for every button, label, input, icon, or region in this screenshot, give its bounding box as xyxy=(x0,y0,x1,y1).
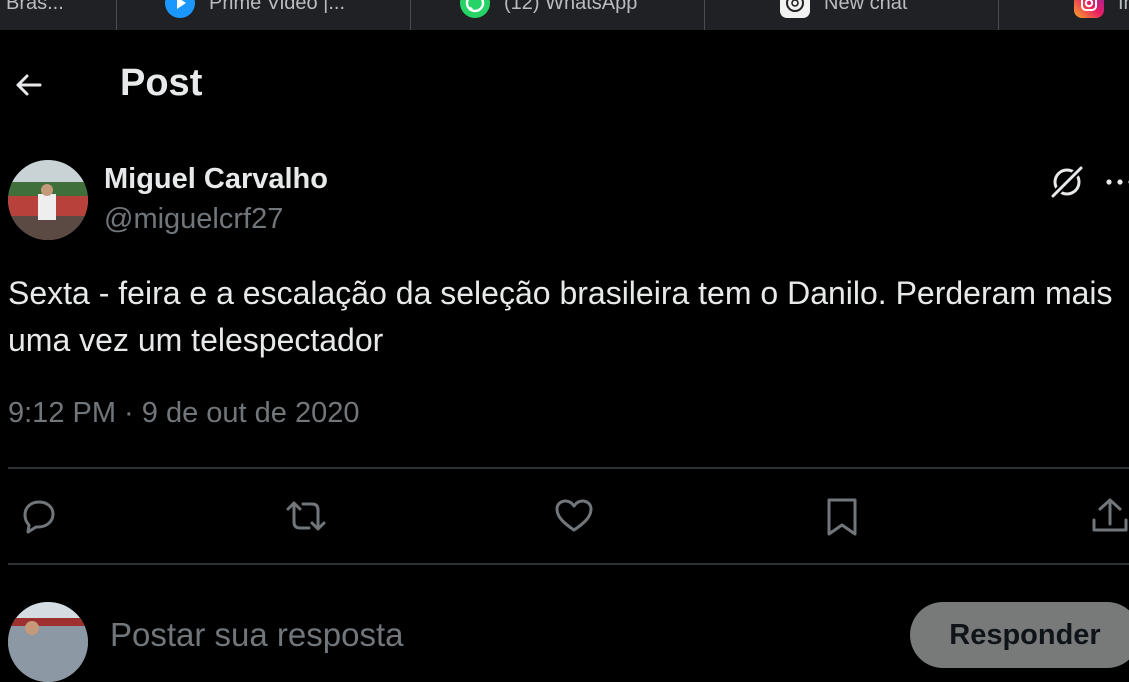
repost-button[interactable] xyxy=(284,494,328,538)
like-button[interactable] xyxy=(552,494,596,538)
heart-icon xyxy=(555,499,593,532)
author-name[interactable]: Miguel Carvalho xyxy=(104,163,328,196)
bookmark-icon xyxy=(827,498,857,536)
author-handle[interactable]: @miguelcrf27 xyxy=(104,203,283,236)
instagram-icon xyxy=(1074,0,1104,18)
tab-divider xyxy=(410,0,411,30)
bookmark-button[interactable] xyxy=(820,494,864,538)
profile-photo xyxy=(8,602,88,682)
divider xyxy=(8,467,1129,469)
reply-submit-button[interactable]: Responder xyxy=(910,602,1129,668)
tab-label: In xyxy=(1118,0,1129,14)
post-timestamp[interactable]: 9:12 PM · 9 de out de 2020 xyxy=(8,397,359,430)
arrow-left-icon xyxy=(16,74,42,96)
reply-icon xyxy=(23,500,55,534)
grok-icon xyxy=(1049,164,1085,200)
reply-avatar xyxy=(8,602,88,682)
post-text: Sexta - feira e a escalação da seleção b… xyxy=(8,275,1113,358)
tab-divider xyxy=(704,0,705,30)
tab-divider xyxy=(116,0,117,30)
avatar[interactable] xyxy=(8,160,88,240)
browser-tab-prime-video[interactable]: Prime Video |... xyxy=(165,0,345,18)
divider xyxy=(8,563,1129,565)
back-button[interactable] xyxy=(10,66,48,104)
browser-tab[interactable]: Bras... xyxy=(6,0,64,18)
reply-button[interactable] xyxy=(17,494,61,538)
browser-tab-instagram[interactable]: In xyxy=(1074,0,1129,18)
whatsapp-icon xyxy=(460,0,490,18)
tab-divider xyxy=(998,0,999,30)
browser-tab-bar: Bras... Prime Video |... (12) WhatsApp N… xyxy=(0,0,1129,30)
grok-button[interactable] xyxy=(1046,161,1088,203)
play-icon xyxy=(165,0,195,18)
tab-label: (12) WhatsApp xyxy=(504,0,638,14)
share-button[interactable] xyxy=(1088,494,1129,538)
tab-label: Prime Video |... xyxy=(209,0,345,14)
profile-photo xyxy=(8,160,88,240)
share-icon xyxy=(1092,498,1128,532)
reply-input[interactable] xyxy=(108,612,872,658)
tab-label: Bras... xyxy=(6,0,64,14)
more-icon xyxy=(1106,179,1129,185)
browser-tab-whatsapp[interactable]: (12) WhatsApp xyxy=(460,0,637,18)
page-title: Post xyxy=(120,62,203,104)
browser-tab-new-chat[interactable]: New chat xyxy=(780,0,907,18)
more-options-button[interactable] xyxy=(1104,170,1129,194)
repost-icon xyxy=(286,501,326,531)
chatgpt-icon xyxy=(780,0,810,18)
tab-label: New chat xyxy=(824,0,908,14)
